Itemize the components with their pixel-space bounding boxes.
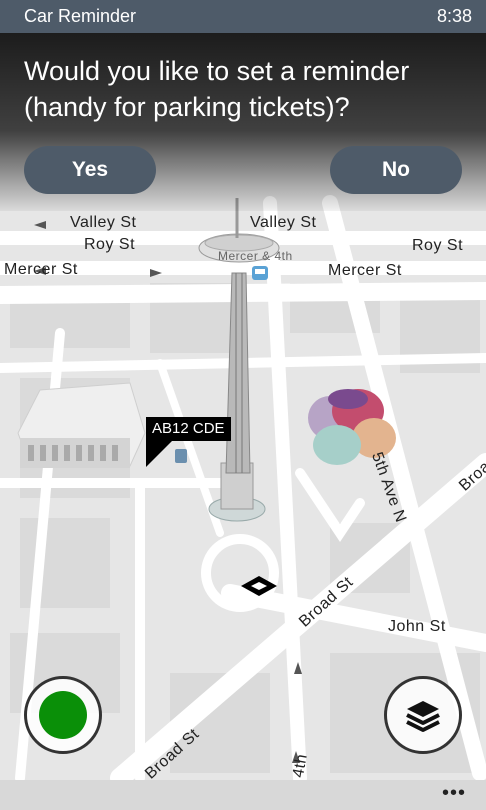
street-label: Valley St	[70, 214, 137, 231]
record-location-button[interactable]	[24, 676, 102, 754]
layers-icon	[406, 701, 440, 732]
street-label: Roy St	[84, 236, 136, 253]
no-button[interactable]: No	[330, 146, 462, 194]
map-layers-button[interactable]	[384, 676, 462, 754]
clock: 8:38	[436, 6, 472, 26]
app-title: Car Reminder	[24, 6, 137, 26]
street-label: Mercer & 4th	[218, 249, 293, 263]
plate-label: AB12 CDE	[146, 417, 231, 441]
street-label: Mercer St	[328, 262, 402, 279]
street-label: Mercer St	[4, 261, 78, 278]
green-circle-icon	[39, 691, 87, 739]
status-bar: Car Reminder 8:38	[0, 0, 486, 33]
more-options-icon[interactable]: •••	[442, 782, 466, 805]
car-location-marker[interactable]: AB12 CDE	[146, 417, 231, 467]
yes-button[interactable]: Yes	[24, 146, 156, 194]
reminder-prompt: Would you like to set a reminder (handy …	[24, 56, 410, 122]
street-label: Roy St	[412, 237, 464, 254]
marker-pointer	[146, 441, 172, 467]
street-label: John St	[388, 618, 446, 635]
reminder-dialog: Would you like to set a reminder (handy …	[0, 33, 486, 211]
app-bar: •••	[0, 780, 486, 810]
street-label: Valley St	[250, 214, 317, 231]
